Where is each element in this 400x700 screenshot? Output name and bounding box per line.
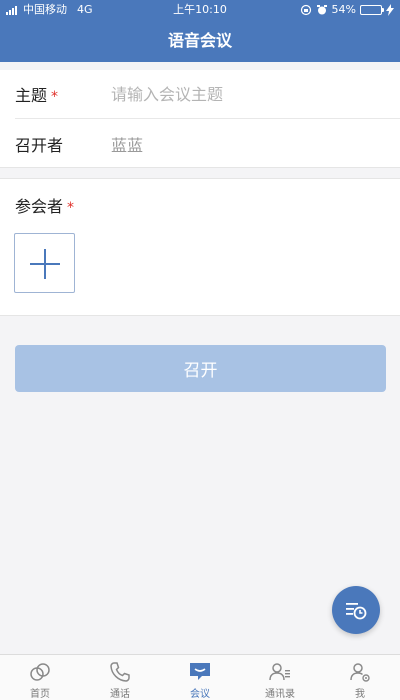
- tab-home[interactable]: 首页: [0, 655, 80, 700]
- tab-label: 我: [355, 689, 365, 700]
- tab-contacts[interactable]: 通讯录: [240, 655, 320, 700]
- tab-call[interactable]: 通话: [80, 655, 160, 700]
- tab-label: 通话: [110, 689, 130, 700]
- tab-label: 首页: [30, 689, 50, 700]
- meeting-icon: [190, 663, 210, 680]
- required-mark: *: [51, 89, 59, 105]
- meeting-info-section: 主题* 召开者 蓝蓝: [0, 70, 400, 168]
- tab-bar: 首页 通话 会议 通讯录 我: [0, 654, 400, 700]
- home-icon: [30, 663, 50, 681]
- tab-label: 通讯录: [265, 689, 295, 700]
- topic-row: 主题 *: [15, 70, 400, 119]
- header: 中国移动 4G 上午10:10 54% 语音会议: [0, 0, 400, 62]
- host-row: 召开者 蓝蓝: [15, 119, 400, 168]
- history-list-icon: [346, 603, 367, 620]
- tab-meeting[interactable]: 会议: [160, 655, 240, 700]
- profile-settings-icon: [350, 663, 370, 682]
- page-title: 语音会议: [167, 31, 232, 50]
- required-mark: *: [67, 200, 75, 216]
- open-meeting-button[interactable]: 召开: [15, 345, 386, 392]
- alarm-icon: [316, 5, 327, 15]
- charging-icon: [386, 4, 394, 16]
- tab-label: 会议: [190, 689, 210, 700]
- meeting-history-button[interactable]: [332, 586, 380, 634]
- topic-input[interactable]: [111, 84, 371, 104]
- host-label: 召开者: [15, 135, 64, 155]
- add-participant-button[interactable]: [14, 233, 75, 293]
- participants-label: 参会者 *: [15, 197, 75, 216]
- contacts-icon: [269, 663, 290, 681]
- battery-percent: 54%: [331, 3, 356, 16]
- lock-rotation-icon: [300, 4, 311, 16]
- participants-section: 参会者 *: [0, 178, 400, 316]
- topic-label: 主题 *: [15, 86, 59, 105]
- tab-me[interactable]: 我: [320, 655, 400, 700]
- phone-icon: [110, 662, 130, 682]
- host-value: 蓝蓝: [111, 135, 144, 155]
- status-bar: 中国移动 4G 上午10:10 54%: [0, 0, 400, 20]
- battery-icon: [360, 5, 384, 15]
